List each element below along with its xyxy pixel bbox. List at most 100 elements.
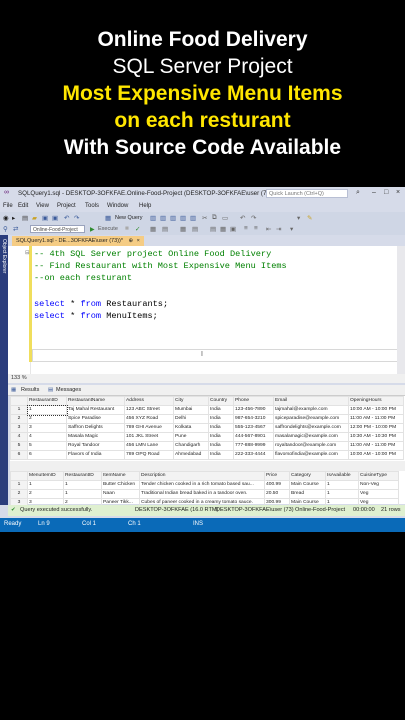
table-cell[interactable]: 987-654-3210 [233, 414, 274, 424]
table-cell[interactable]: 20.50 [264, 489, 290, 499]
close-icon[interactable]: × [396, 189, 400, 196]
table-cell[interactable]: 3 [27, 423, 67, 433]
column-header[interactable]: IsAvailable [325, 471, 359, 481]
table-cell[interactable]: 555-123-4567 [233, 423, 274, 433]
change-connection-icon[interactable]: ⇄ [13, 225, 18, 233]
table-cell[interactable]: India [208, 450, 234, 460]
xmla-query-icon[interactable]: ▥ [190, 214, 196, 222]
intellisense-icon[interactable]: ▤ [162, 225, 168, 233]
column-header[interactable]: RestaurantName [66, 396, 125, 406]
column-header[interactable]: City [173, 396, 209, 406]
results-text-icon[interactable]: ▤ [210, 225, 216, 233]
column-header[interactable]: OpeningHours [348, 396, 404, 406]
search-icon[interactable]: ⌕ [356, 189, 360, 197]
menuitems-result-grid[interactable]: MenuItemID RestaurantID ItemName Descrip… [10, 471, 405, 508]
table-row[interactable]: 1 1 1 Butter Chicken Tender chicken cook… [10, 480, 399, 490]
sql-editor[interactable]: ⊟ -- 4th SQL Server project Online Food … [8, 246, 398, 374]
table-cell[interactable]: 10:00 AM - 10:00 PM [348, 405, 404, 415]
table-row[interactable]: 2 2 Spice Paradise 456 XYZ Road Delhi In… [10, 414, 404, 424]
toolbar-options-icon[interactable]: ▾ [297, 214, 300, 222]
dmx-query-icon[interactable]: ▥ [180, 214, 186, 222]
table-cell[interactable]: 456 XYZ Road [124, 414, 174, 424]
mdx-query-icon[interactable]: ▥ [170, 214, 176, 222]
row-number[interactable]: 1 [10, 480, 28, 490]
column-header[interactable]: Category [289, 471, 326, 481]
row-number[interactable]: 6 [10, 450, 28, 460]
table-cell[interactable]: Naan [101, 489, 140, 499]
maximize-icon[interactable]: □ [384, 189, 388, 196]
column-header[interactable]: Description [139, 471, 265, 481]
table-cell[interactable]: 1 [325, 489, 359, 499]
table-cell[interactable]: 1 [63, 480, 102, 490]
table-cell[interactable]: Ahmedabad [173, 450, 209, 460]
column-header[interactable]: Address [124, 396, 174, 406]
database-selector[interactable]: Online-Food-Project [30, 225, 85, 233]
table-cell[interactable]: Tender chicken cooked in a rich tomato b… [139, 480, 265, 490]
menu-view[interactable]: View [36, 203, 49, 209]
new-query-icon[interactable]: ▦ [105, 214, 111, 222]
execute-button[interactable]: Execute [98, 226, 118, 232]
column-header[interactable]: MenuItemID [27, 471, 64, 481]
table-cell[interactable]: Non-Veg [358, 480, 399, 490]
table-row[interactable]: 1 1 Taj Mahal Restaurant 123 ABC Street … [10, 404, 404, 416]
comment-icon[interactable]: ≡ [244, 225, 248, 232]
table-cell[interactable]: Butter Chicken [101, 480, 140, 490]
results-file-icon[interactable]: ▣ [230, 225, 236, 233]
restaurants-result-grid[interactable]: RestaurantID RestaurantName Address City… [10, 396, 405, 461]
table-cell[interactable]: 2 [27, 414, 67, 424]
table-cell[interactable]: India [208, 441, 234, 451]
table-row[interactable]: 4 4 Masala Magic 101 JKL Street Pune Ind… [10, 432, 404, 442]
menu-tools[interactable]: Tools [85, 203, 99, 209]
specify-values-icon[interactable]: ▾ [290, 225, 293, 233]
table-cell[interactable]: India [208, 423, 234, 433]
uncomment-icon[interactable]: ≡ [254, 225, 258, 232]
table-cell[interactable]: 6 [27, 450, 67, 460]
table-cell[interactable]: 11:00 AM - 11:00 PM [348, 414, 404, 424]
back-icon[interactable]: ◉ [3, 214, 9, 222]
new-query-button[interactable]: New Query [115, 215, 143, 221]
actual-plan-icon[interactable]: ▦ [180, 225, 186, 233]
table-cell[interactable]: Veg [358, 489, 399, 499]
paste-icon[interactable]: ▭ [222, 214, 228, 222]
table-cell[interactable]: 123 ABC Street [124, 405, 174, 415]
table-cell[interactable]: 123-456-7890 [233, 405, 274, 415]
analysis-query-icon[interactable]: ▥ [160, 214, 166, 222]
column-header[interactable]: Price [264, 471, 290, 481]
save-all-icon[interactable]: ▣ [52, 214, 58, 222]
table-cell[interactable]: Pune [173, 432, 209, 442]
cut-icon[interactable]: ✂ [202, 214, 207, 222]
table-cell[interactable]: India [208, 414, 234, 424]
table-cell[interactable]: Masala Magic [66, 432, 125, 442]
properties-icon[interactable]: ✎ [307, 214, 312, 222]
collapse-icon[interactable]: ⊟ [25, 250, 30, 256]
undo2-icon[interactable]: ↶ [240, 214, 245, 222]
table-cell[interactable]: tajmahal@example.com [273, 405, 349, 415]
editor-vertical-scrollbar[interactable] [397, 246, 405, 376]
row-number[interactable]: 1 [10, 405, 28, 415]
table-cell[interactable]: 222-333-4444 [233, 450, 274, 460]
table-cell[interactable]: Chandigarh [173, 441, 209, 451]
row-number[interactable]: 4 [10, 432, 28, 442]
menu-edit[interactable]: Edit [18, 203, 28, 209]
parse-icon[interactable]: ✓ [135, 225, 140, 233]
forward-icon[interactable]: ▸ [12, 214, 15, 222]
table-cell[interactable]: Royal Tandoor [66, 441, 125, 451]
estimated-plan-icon[interactable]: ▦ [150, 225, 156, 233]
client-stats-icon[interactable]: ▤ [192, 225, 198, 233]
row-header-corner[interactable] [10, 396, 28, 406]
table-cell[interactable]: India [208, 405, 234, 415]
table-cell[interactable]: Mumbai [173, 405, 209, 415]
increase-indent-icon[interactable]: ⇥ [276, 225, 281, 233]
table-cell[interactable]: 5 [27, 441, 67, 451]
menu-help[interactable]: Help [139, 203, 151, 209]
copy-icon[interactable]: ⧉ [212, 214, 217, 222]
row-number[interactable]: 2 [10, 414, 28, 424]
column-header[interactable]: CuisineType [358, 471, 399, 481]
table-cell[interactable]: flavorsofindia@example.com [273, 450, 349, 460]
table-cell[interactable]: 444-567-8901 [233, 432, 274, 442]
column-header[interactable]: Phone [233, 396, 274, 406]
zoom-level[interactable]: 133 % [11, 375, 27, 381]
table-cell[interactable]: Taj Mahal Restaurant [66, 405, 125, 415]
column-header[interactable]: RestaurantID [63, 471, 102, 481]
table-cell[interactable]: India [208, 432, 234, 442]
